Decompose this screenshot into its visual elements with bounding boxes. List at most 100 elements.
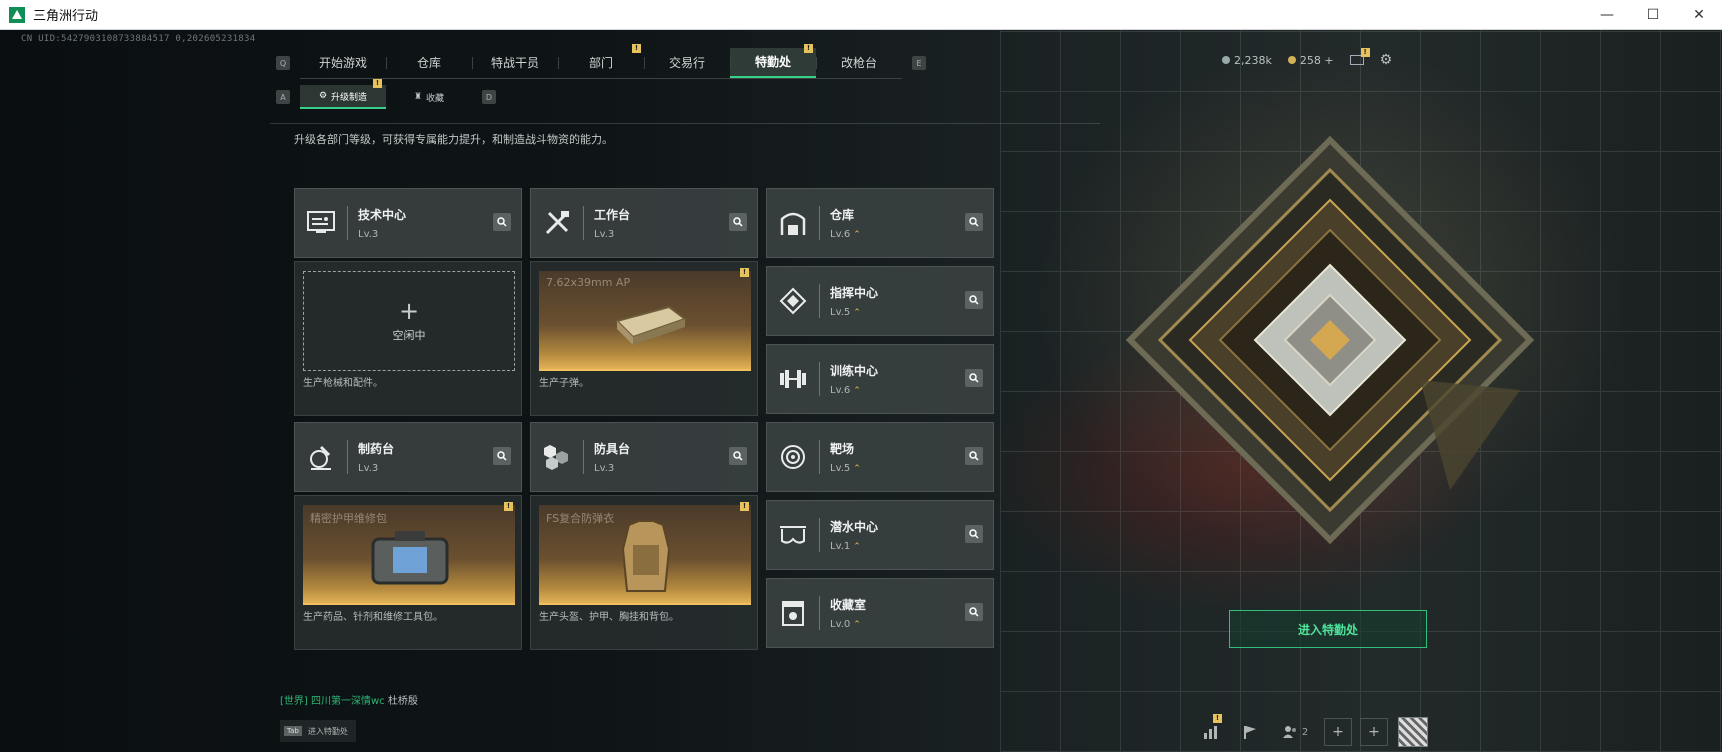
friends-button[interactable]: 2 [1270, 716, 1320, 748]
crafting-item-slot[interactable]: 7.62x39mm AP ! [539, 268, 751, 371]
facility-card-diving-center[interactable]: 潜水中心 Lv.1 ⌃ [766, 500, 994, 570]
special-ops-crate-illustration [1125, 135, 1535, 545]
upgradable-icon: ⌃ [853, 307, 861, 318]
facility-name: 指挥中心 [830, 286, 879, 300]
notification-badge: ! [373, 79, 382, 88]
facility-level: Lv.3 [594, 229, 630, 240]
level-text: Lv.3 [594, 463, 615, 474]
facility-level: Lv.3 [358, 463, 394, 474]
bottom-toolbar: ! 2 + + [1190, 714, 1428, 748]
inspect-button[interactable] [493, 213, 511, 231]
tab-label: 仓库 [416, 56, 441, 70]
repair-kit-item-image [371, 531, 449, 585]
facility-card-warehouse[interactable]: 仓库 Lv.6 ⌃ [766, 188, 994, 258]
inspect-button[interactable] [965, 603, 983, 621]
facility-card-workbench[interactable]: 工作台 Lv.3 [530, 188, 758, 258]
facility-card-armor-bench[interactable]: 防具台 Lv.3 [530, 422, 758, 492]
item-name: 精密护甲维修包 [310, 512, 387, 525]
tab-key-hint[interactable]: Tab 进入特勤处 [280, 720, 356, 742]
tab-label: 特战干员 [490, 56, 539, 70]
ticket-balance[interactable]: 258 + [1287, 54, 1334, 67]
chat-message[interactable]: [世界] 四川第一深情wc 杜桥殷 [280, 692, 418, 707]
magnifier-icon [497, 217, 507, 227]
ticket-icon [1287, 55, 1296, 64]
subnav-prev-key-hint[interactable]: A [276, 90, 290, 104]
chat-channel: [世界] [280, 696, 308, 707]
subtab-upgrade-craft[interactable]: ⚙ 升级制造 ! [300, 79, 386, 109]
divider [819, 596, 820, 630]
tab-department[interactable]: 部门 ! [558, 43, 644, 78]
tab-operators[interactable]: 特战干员 [472, 48, 558, 78]
friends-icon [1282, 726, 1296, 738]
tab-warehouse[interactable]: 仓库 [386, 48, 472, 78]
tab-label: 开始游戏 [318, 56, 367, 70]
idle-status: 空闲中 [392, 329, 426, 342]
facility-level: Lv.5 ⌃ [830, 307, 878, 318]
production-slot-pharmacy[interactable]: 精密护甲维修包 ! 生产药品、针剂和维修工具包。 [294, 495, 522, 650]
inspect-button[interactable] [965, 447, 983, 465]
inspect-button[interactable] [729, 447, 747, 465]
tab-gunsmith[interactable]: 改枪台 [816, 48, 902, 78]
upgradable-icon: ⌃ [853, 541, 861, 552]
level-text: Lv.1 [830, 541, 851, 552]
subtab-collection[interactable]: ♜ 收藏 [386, 85, 472, 109]
production-slot-tech-center[interactable]: + 空闲中 生产枪械和配件。 [294, 261, 522, 416]
inspect-button[interactable] [965, 291, 983, 309]
subnav-next-key-hint[interactable]: D [482, 90, 496, 104]
friends-count: 2 [1301, 726, 1309, 738]
inspect-button[interactable] [965, 213, 983, 231]
production-description: 生产头盔、护甲、胸挂和背包。 [539, 612, 679, 623]
inspect-button[interactable] [493, 447, 511, 465]
tab-special-ops[interactable]: 特勤处 ! [730, 43, 816, 78]
coin-balance: 2,238k [1222, 54, 1272, 67]
player-avatar[interactable] [1398, 717, 1428, 747]
inspect-button[interactable] [965, 525, 983, 543]
stats-chart-icon[interactable]: ! [1190, 714, 1230, 748]
item-name: 7.62x39mm AP [546, 276, 631, 289]
facility-name: 靶场 [830, 442, 855, 456]
inspect-button[interactable] [965, 369, 983, 387]
game-viewport: CN UID:5427903108733884517 0,20260523183… [0, 30, 1722, 752]
magnifier-icon [969, 373, 979, 383]
empty-slot[interactable]: + 空闲中 [303, 271, 515, 371]
upgradable-icon: ⌃ [853, 229, 861, 240]
close-button[interactable]: ✕ [1676, 0, 1722, 30]
flag-icon[interactable] [1230, 716, 1270, 748]
nav-next-key-hint[interactable]: E [912, 56, 926, 70]
add-squad-slot-button[interactable]: + [1360, 718, 1388, 746]
window-titlebar: 三角洲行动 — ☐ ✕ [0, 0, 1722, 30]
minimize-button[interactable]: — [1584, 0, 1630, 30]
divider [583, 206, 584, 240]
tab-trading[interactable]: 交易行 [644, 48, 730, 78]
facility-card-training-center[interactable]: 训练中心 Lv.6 ⌃ [766, 344, 994, 414]
facility-card-shooting-range[interactable]: 靶场 Lv.5 ⌃ [766, 422, 994, 492]
add-currency-button[interactable]: + [1324, 54, 1333, 67]
tab-label: 改枪台 [840, 56, 877, 70]
crafting-item-slot[interactable]: FS复合防弹衣 ! [539, 502, 751, 605]
settings-gear-icon[interactable]: ⚙ [1380, 52, 1393, 68]
mail-icon[interactable]: ! [1349, 48, 1370, 65]
crafting-item-slot[interactable]: 精密护甲维修包 ! [303, 502, 515, 605]
facility-card-command-center[interactable]: 指挥中心 Lv.5 ⌃ [766, 266, 994, 336]
nav-prev-key-hint[interactable]: Q [276, 56, 290, 70]
facility-card-pharmacy[interactable]: 制药台 Lv.3 [294, 422, 522, 492]
facility-card-tech-center[interactable]: 技术中心 Lv.3 [294, 188, 522, 258]
notification-badge: ! [504, 502, 513, 511]
maximize-button[interactable]: ☐ [1630, 0, 1676, 30]
production-slot-workbench[interactable]: 7.62x39mm AP ! 生产子弹。 [530, 261, 758, 416]
production-slot-armor-bench[interactable]: FS复合防弹衣 ! 生产头盔、护甲、胸挂和背包。 [530, 495, 758, 650]
divider [819, 440, 820, 474]
currency-display: 2,238k 258 + ! ⚙ [1222, 48, 1393, 68]
facility-name: 训练中心 [830, 364, 879, 378]
divider [819, 284, 820, 318]
facility-name: 收藏室 [830, 598, 867, 612]
add-squad-slot-button[interactable]: + [1324, 718, 1352, 746]
tab-start-game[interactable]: 开始游戏 [300, 48, 386, 78]
level-text: Lv.5 [830, 307, 851, 318]
inspect-button[interactable] [729, 213, 747, 231]
sub-nav: A ⚙ 升级制造 ! ♜ 收藏 D [276, 79, 496, 109]
upgrade-icon: ⚙ [318, 91, 328, 101]
upgradable-icon: ⌃ [853, 463, 861, 474]
enter-special-ops-button[interactable]: 进入特勤处 [1229, 610, 1427, 648]
facility-card-collection-room[interactable]: 收藏室 Lv.0 ⌃ [766, 578, 994, 648]
